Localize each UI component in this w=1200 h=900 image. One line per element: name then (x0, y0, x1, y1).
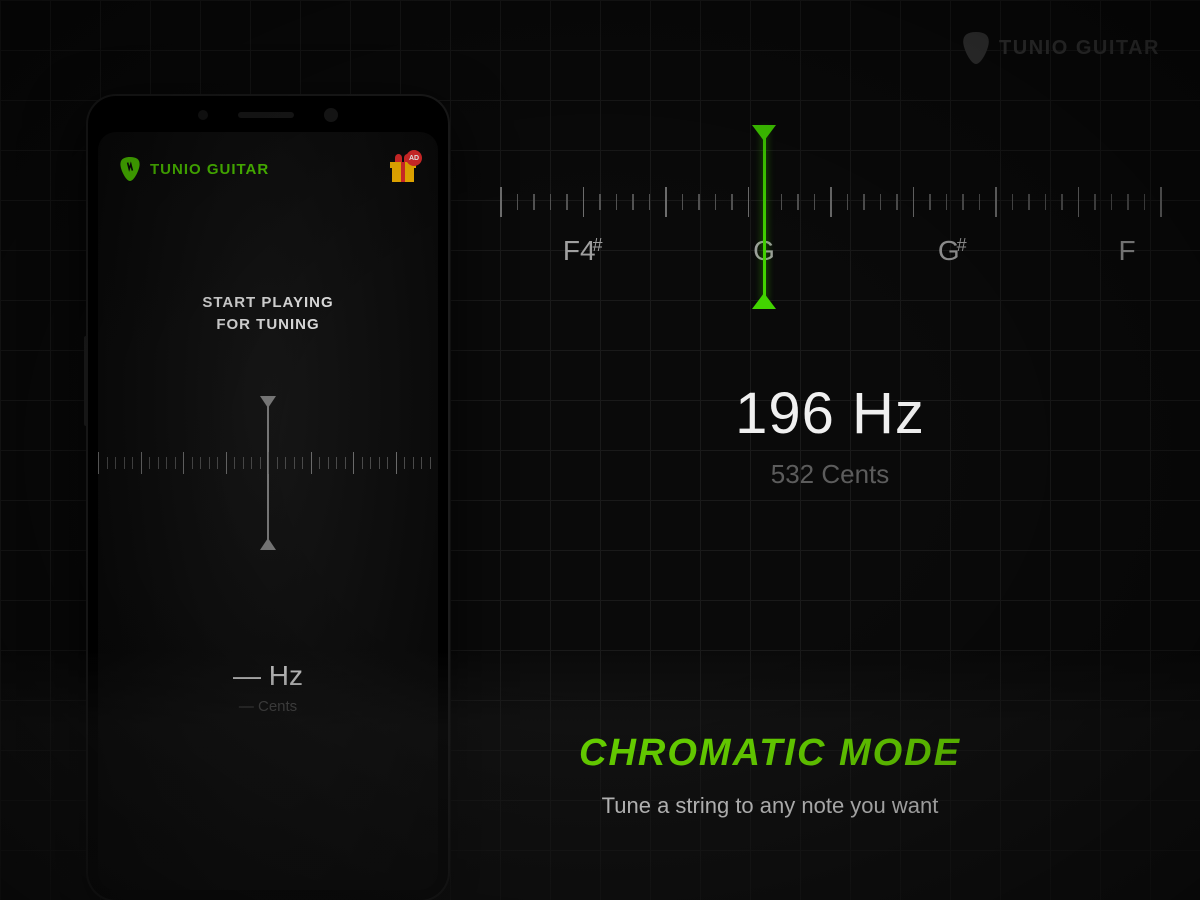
app-header: TUNIO GUITAR AD (98, 132, 438, 182)
main-hz-value: 196 Hz (500, 380, 1160, 447)
mode-title: CHROMATIC MODE (579, 732, 961, 775)
app-brand: TUNIO GUITAR (120, 157, 269, 181)
pick-icon (963, 32, 989, 64)
app-name: TUNIO GUITAR (150, 161, 269, 178)
brand-name: TUNIO GUITAR (999, 37, 1160, 60)
ad-badge: AD (406, 150, 422, 166)
tuning-prompt: START PLAYING FOR TUNING (98, 292, 438, 336)
mode-subtitle: Tune a string to any note you want (602, 793, 939, 819)
main-tuner: F4#GG#F (500, 125, 1160, 355)
main-tuner-scale (500, 187, 1160, 227)
pick-icon (120, 157, 140, 181)
brand-watermark: TUNIO GUITAR (963, 32, 1160, 64)
phone-tuner-scale (98, 390, 438, 560)
needle-top-arrow-icon (752, 125, 776, 141)
mode-banner: CHROMATIC MODE Tune a string to any note… (0, 650, 1200, 900)
gift-button[interactable]: AD (390, 156, 416, 182)
note-label: G# (938, 235, 960, 267)
main-readout: 196 Hz 532 Cents (500, 380, 1160, 490)
note-label: F4# (563, 235, 596, 267)
main-tuner-needle (763, 127, 766, 302)
note-label: F (1118, 235, 1135, 267)
needle-bottom-arrow-icon (260, 538, 276, 550)
phone-sensors (88, 108, 448, 122)
main-cents-value: 532 Cents (500, 459, 1160, 490)
needle-bottom-arrow-icon (752, 293, 776, 309)
